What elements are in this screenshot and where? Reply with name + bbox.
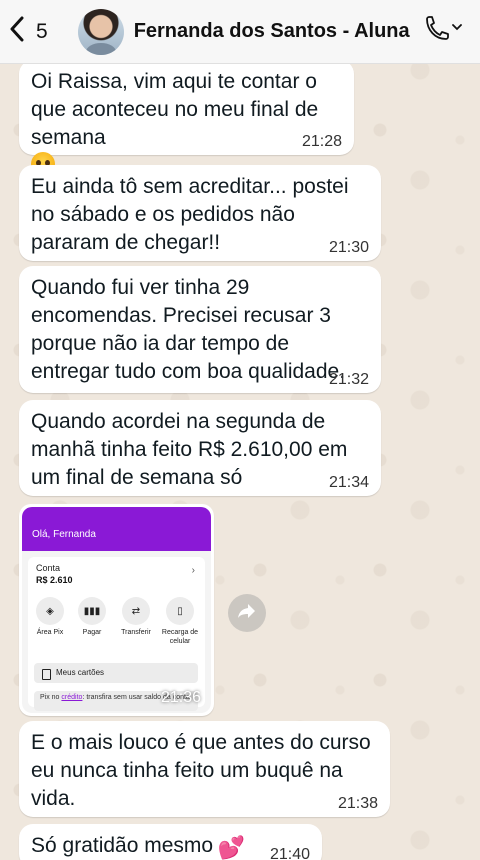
forward-arrow-icon (237, 602, 257, 625)
avatar[interactable] (77, 8, 124, 55)
message-time: 21:36 (160, 689, 201, 706)
phone-recharge-icon: ▯ (166, 597, 194, 625)
bank-greeting: Olá, Fernanda (32, 529, 96, 540)
image-message[interactable]: Olá, Fernanda Conta R$ 2.610 › ◈ Área Pi… (19, 504, 214, 716)
barcode-icon: ▮▮▮ (78, 597, 106, 625)
message-bubble[interactable]: Quando acordei na segunda de manhã tinha… (19, 400, 381, 496)
message-time: 21:28 (301, 133, 342, 150)
message-bubble[interactable]: Quando fui ver tinha 29 encomendas. Prec… (19, 266, 381, 393)
message-bubble[interactable]: E o mais louco é que antes do curso eu n… (19, 721, 390, 817)
pix-highlight: crédito (61, 694, 83, 701)
recharge-label: Recarga de celular (161, 629, 199, 645)
two-hearts-emoji-icon: 💕 (217, 834, 245, 860)
message-time: 21:40 (269, 846, 310, 860)
unread-count: 5 (36, 19, 48, 43)
message-time: 21:38 (337, 795, 378, 812)
recharge-action: ▯ Recarga de celular (160, 597, 200, 646)
account-card: Conta R$ 2.610 › ◈ Área Pix ▮▮▮ Pagar ⇄ … (28, 557, 205, 711)
message-bubble[interactable]: Oi Raissa, vim aqui te contar o que acon… (19, 60, 354, 176)
forward-button[interactable] (228, 594, 266, 632)
message-text: Eu ainda tô sem acreditar... postei no s… (31, 175, 349, 254)
chat-area[interactable]: Oi Raissa, vim aqui te contar o que acon… (0, 60, 480, 860)
call-button[interactable] (422, 15, 462, 48)
transfer-icon: ⇄ (122, 597, 150, 625)
chevron-right-icon: › (191, 565, 195, 576)
message-time: 21:32 (328, 371, 369, 388)
message-text: Oi Raissa, vim aqui te contar o que acon… (31, 70, 319, 149)
message-text: Quando fui ver tinha 29 encomendas. Prec… (31, 276, 346, 383)
account-label: Conta (36, 563, 61, 573)
chat-header: 5 Fernanda dos Santos - Aluna (0, 0, 480, 64)
message-text: Só gratidão mesmo (31, 834, 214, 857)
pay-label: Pagar (82, 629, 102, 636)
my-cards-label: Meus cartões (56, 668, 105, 677)
message-time: 21:34 (328, 474, 369, 491)
pay-action: ▮▮▮ Pagar (72, 597, 112, 637)
message-text: E o mais louco é que antes do curso eu n… (31, 731, 371, 810)
phone-icon (422, 15, 462, 48)
message-bubble[interactable]: Só gratidão mesmo 💕 21:40 (19, 824, 322, 860)
pix-prefix: Pix no (40, 694, 60, 701)
transfer-label: Transferir (121, 629, 151, 636)
back-button[interactable]: 5 (8, 16, 48, 47)
my-cards-button: Meus cartões (34, 663, 198, 683)
pix-label: Área Pix (36, 629, 64, 636)
message-text: Quando acordei na segunda de manhã tinha… (31, 410, 348, 489)
contact-name[interactable]: Fernanda dos Santos - Aluna (134, 20, 410, 43)
bank-app-screenshot[interactable]: Olá, Fernanda Conta R$ 2.610 › ◈ Área Pi… (22, 507, 211, 713)
transfer-action: ⇄ Transferir (116, 597, 156, 637)
pix-icon: ◈ (36, 597, 64, 625)
message-bubble[interactable]: Eu ainda tô sem acreditar... postei no s… (19, 165, 381, 261)
bank-app-header: Olá, Fernanda (22, 507, 211, 551)
chevron-left-icon (8, 16, 26, 47)
pix-action: ◈ Área Pix (30, 597, 70, 637)
account-balance: R$ 2.610 (36, 575, 73, 585)
message-time: 21:30 (328, 239, 369, 256)
